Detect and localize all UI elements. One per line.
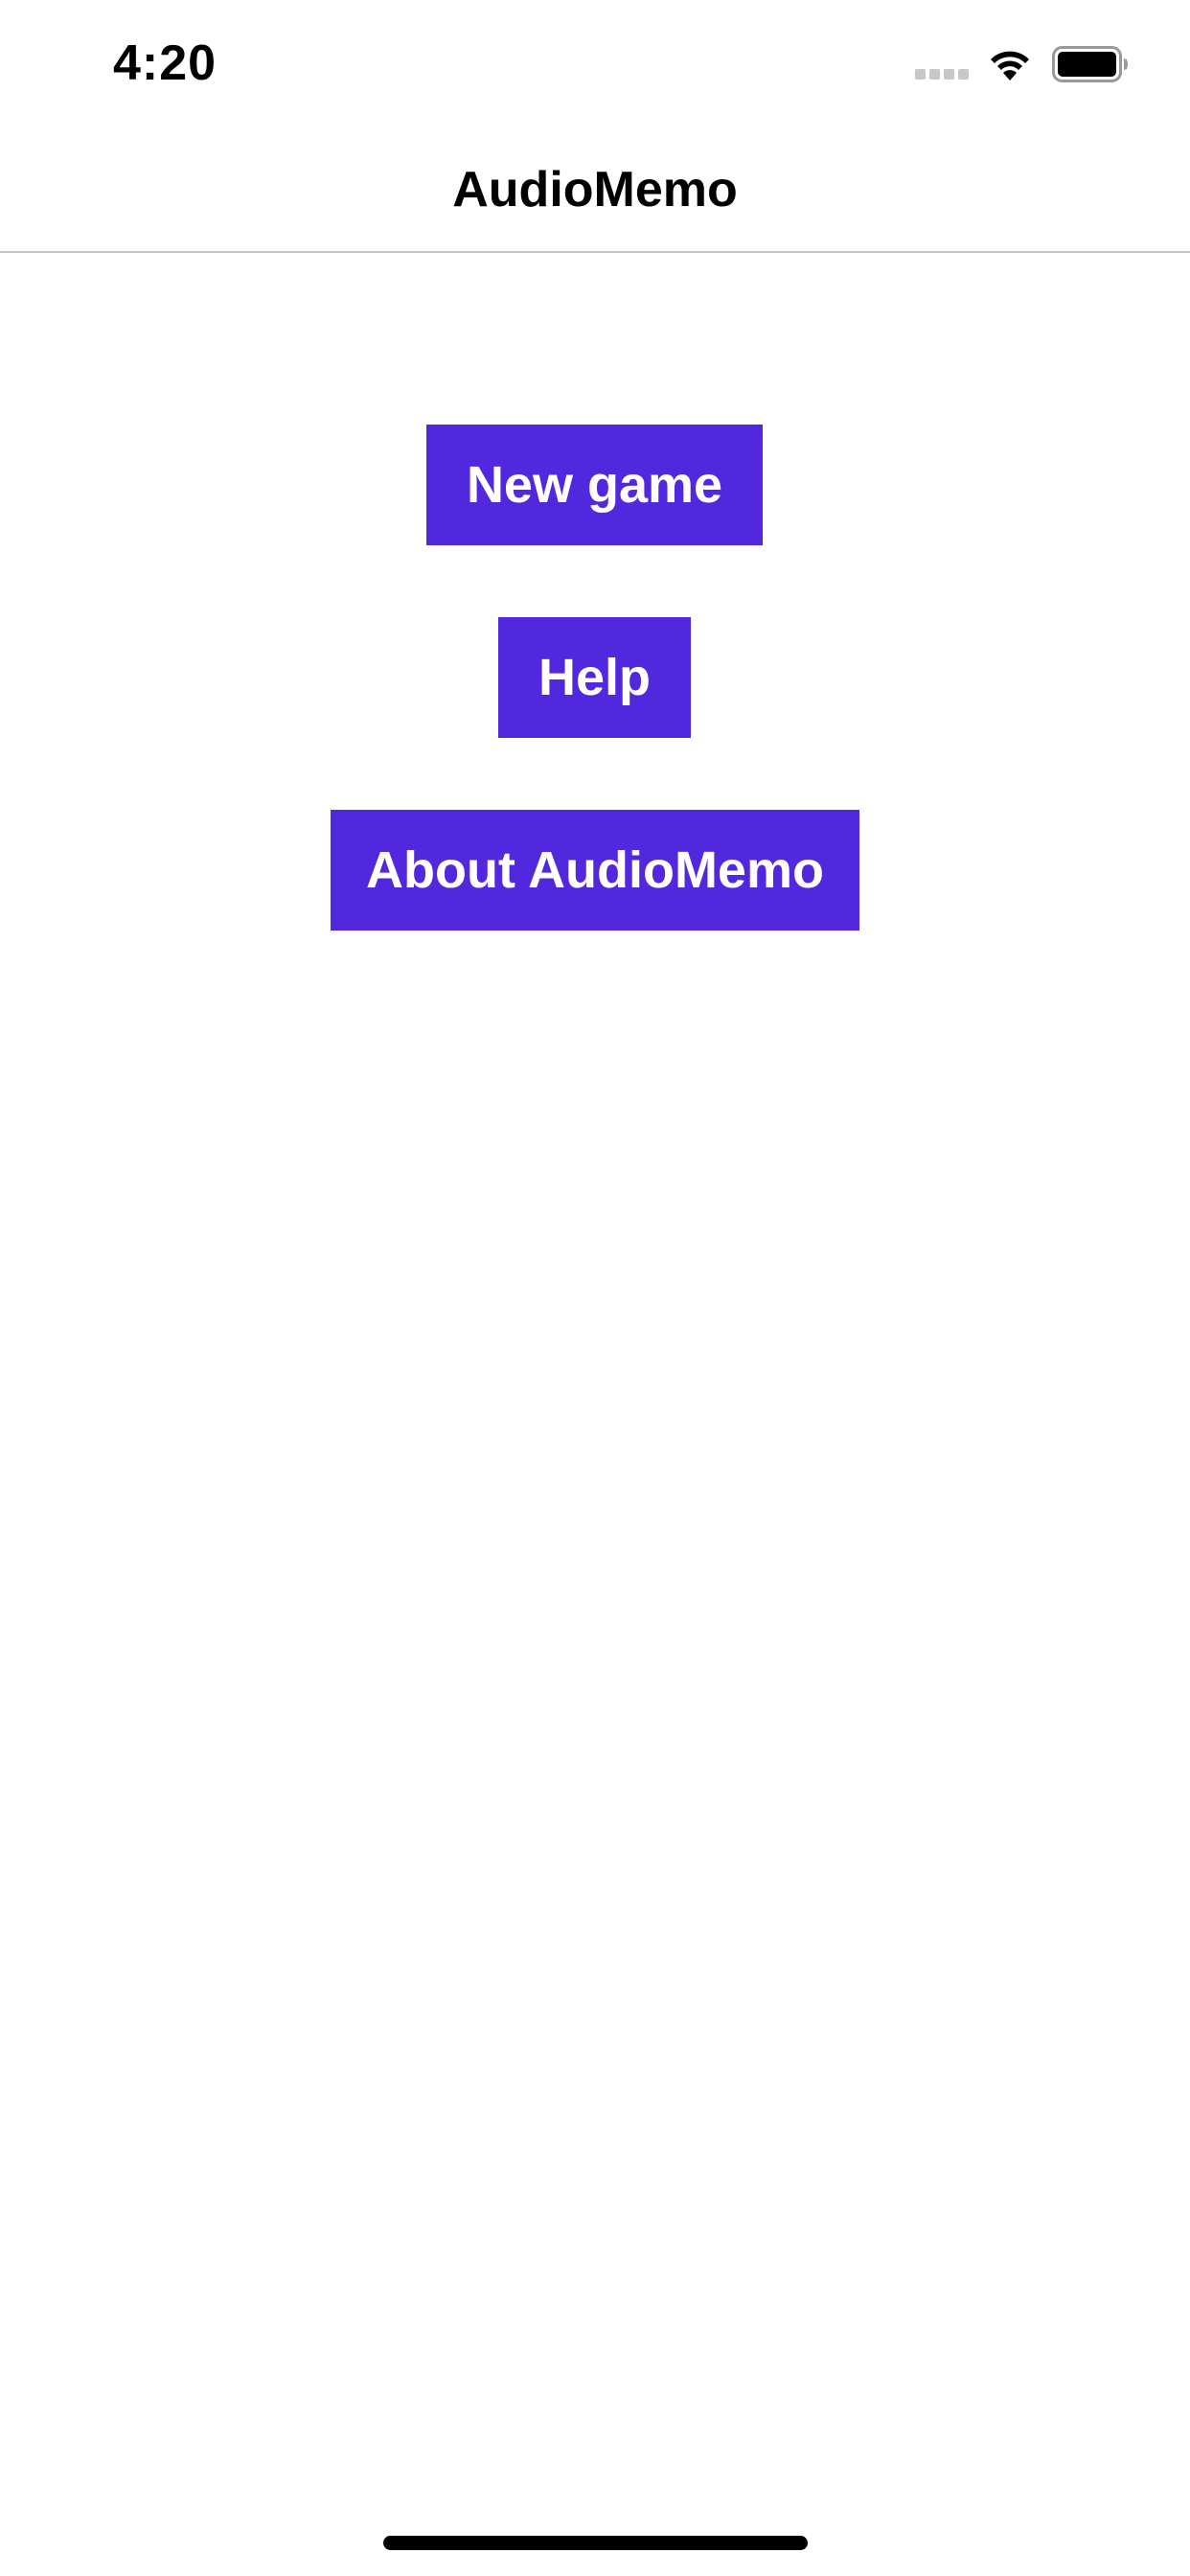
status-time: 4:20 [113, 35, 217, 91]
status-bar: 4:20 [0, 0, 1190, 126]
new-game-button[interactable]: New game [426, 425, 763, 545]
help-button[interactable]: Help [498, 617, 691, 738]
battery-icon [1052, 46, 1129, 82]
cellular-signal-icon [915, 69, 971, 80]
home-indicator[interactable] [383, 2536, 808, 2550]
navigation-bar: AudioMemo [0, 126, 1190, 253]
app-screen: 4:20 AudioMemo New game Help About Audio… [0, 0, 1190, 2576]
page-title: AudioMemo [452, 162, 738, 218]
about-button[interactable]: About AudioMemo [331, 810, 859, 931]
wifi-icon [987, 46, 1033, 82]
